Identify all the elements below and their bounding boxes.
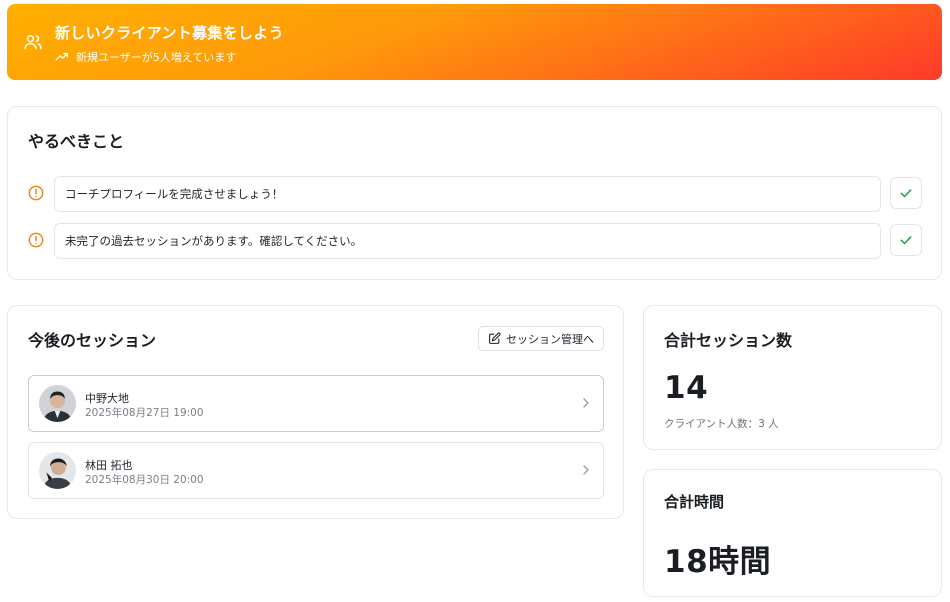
- alert-circle-icon: [28, 185, 44, 201]
- alert-circle-icon: [28, 232, 44, 248]
- chevron-right-icon: [583, 465, 589, 475]
- banner-title: 新しいクライアント募集をしよう: [55, 24, 284, 42]
- total-sessions-card: 合計セッション数 14 クライアント人数：3 人: [643, 305, 942, 450]
- todo-item-text[interactable]: コーチプロフィールを完成させましょう！: [54, 176, 881, 212]
- todo-item: 未完了の過去セッションがあります。確認してください。: [28, 223, 923, 259]
- session-client-name: 林田 拓也: [85, 459, 133, 472]
- check-icon: [900, 236, 912, 245]
- check-icon: [900, 189, 912, 198]
- total-sessions-value: 14: [664, 370, 709, 406]
- todo-item-text[interactable]: 未完了の過去セッションがあります。確認してください。: [54, 223, 881, 259]
- todo-title: やるべきこと: [28, 132, 125, 151]
- total-time-value: 18時間: [664, 544, 772, 580]
- session-datetime: 2025年08月30日 20:00: [85, 474, 204, 486]
- todo-card: やるべきこと コーチプロフィールを完成させましょう！ 未完了の過去セッションがあ…: [7, 106, 942, 280]
- client-count: クライアント人数：3 人: [664, 418, 779, 430]
- upcoming-sessions-card: 今後のセッション セッション管理へ 中野大地 2025年08月27日 19:00: [7, 305, 624, 519]
- session-client-name: 中野大地: [85, 392, 129, 405]
- banner-subtitle-row: 新規ユーザーが5人増えています: [55, 49, 236, 65]
- total-time-title: 合計時間: [664, 493, 725, 511]
- session-item[interactable]: 林田 拓也 2025年08月30日 20:00: [28, 442, 604, 499]
- total-sessions-title: 合計セッション数: [664, 331, 793, 350]
- avatar: [39, 452, 76, 489]
- todo-complete-button[interactable]: [890, 224, 922, 256]
- edit-icon: [489, 332, 501, 344]
- sessions-title: 今後のセッション: [28, 331, 157, 350]
- users-icon: [24, 35, 42, 50]
- todo-complete-button[interactable]: [890, 177, 922, 209]
- session-manage-button[interactable]: セッション管理へ: [478, 326, 604, 351]
- todo-item: コーチプロフィールを完成させましょう！: [28, 176, 923, 212]
- avatar: [39, 385, 76, 422]
- session-datetime: 2025年08月27日 19:00: [85, 407, 204, 419]
- session-item[interactable]: 中野大地 2025年08月27日 19:00: [28, 375, 604, 432]
- recruit-banner[interactable]: 新しいクライアント募集をしよう 新規ユーザーが5人増えています: [7, 4, 942, 80]
- banner-subtitle: 新規ユーザーが5人増えています: [76, 51, 237, 64]
- total-time-card: 合計時間 18時間: [643, 469, 942, 597]
- chevron-right-icon: [583, 398, 589, 408]
- session-manage-label: セッション管理へ: [506, 332, 594, 346]
- trending-up-icon: [55, 52, 68, 61]
